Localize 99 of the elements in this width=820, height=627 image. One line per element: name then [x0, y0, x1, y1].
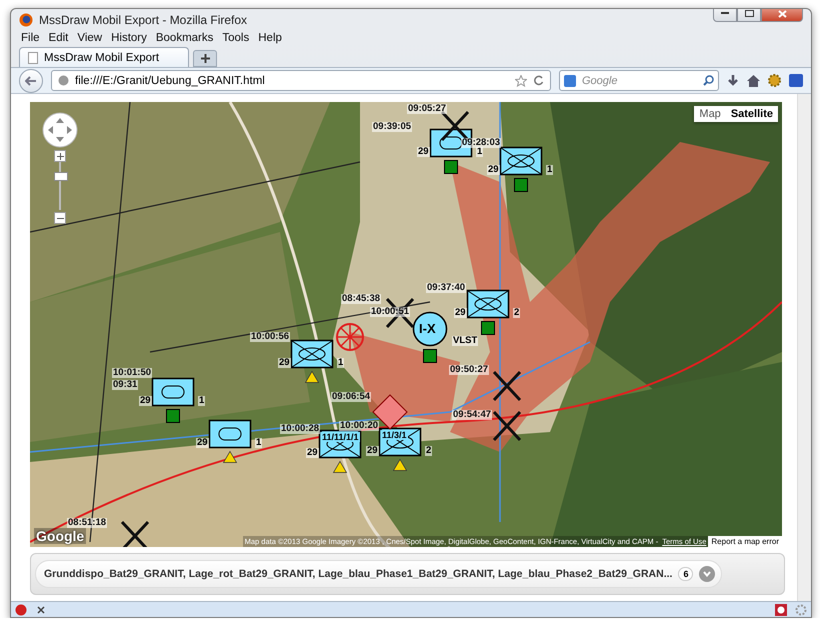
- unit-label: 2: [425, 446, 432, 456]
- menu-item[interactable]: Tools: [222, 32, 250, 44]
- menu-item[interactable]: Edit: [48, 32, 68, 44]
- time-label: 10:01:50: [112, 368, 152, 378]
- time-label: 09:31: [112, 380, 138, 390]
- window-title: MssDraw Mobil Export - Mozilla Firefox: [39, 12, 248, 27]
- pan-control-icon[interactable]: [42, 112, 78, 148]
- zoom-slider-handle[interactable]: [54, 172, 68, 182]
- layer-count: 6: [678, 567, 694, 582]
- time-label: 09:39:05: [372, 122, 412, 132]
- unit-label: 2: [513, 308, 520, 318]
- time-label: 09:54:47: [452, 410, 492, 420]
- report-error-link[interactable]: Report a map error: [708, 536, 782, 548]
- infantry-unit-symbol[interactable]: [467, 290, 509, 318]
- unit-label: VLST: [452, 336, 478, 346]
- destroyed-cross-icon: [492, 370, 522, 402]
- maximize-button[interactable]: [737, 9, 761, 22]
- globe-icon: [58, 75, 69, 86]
- unit-size-label: 29: [366, 446, 379, 456]
- browser-tab[interactable]: MssDraw Mobil Export: [19, 47, 189, 68]
- unit-designation: I-X: [419, 322, 436, 336]
- back-arrow-icon: [25, 76, 37, 86]
- map-type-button[interactable]: Satellite: [726, 106, 778, 122]
- square-marker-icon: [481, 321, 495, 336]
- unit-size-label: 29: [196, 438, 209, 448]
- unit-size-label: 29: [454, 308, 467, 318]
- plus-icon: [56, 152, 64, 160]
- star-icon[interactable]: [515, 74, 527, 87]
- time-label: 09:05:27: [407, 104, 448, 114]
- crossed-circle-icon: [335, 322, 365, 352]
- triangle-marker-icon: [223, 451, 237, 464]
- reload-icon[interactable]: [533, 75, 544, 86]
- time-label: 09:50:27: [449, 365, 490, 376]
- minimize-icon: [721, 12, 729, 15]
- time-label: 09:37:40: [426, 283, 466, 294]
- destroyed-cross-icon: [120, 520, 150, 548]
- gear-icon[interactable]: [768, 74, 781, 88]
- scrollbar[interactable]: [797, 94, 811, 602]
- address-bar[interactable]: file:///E:/Granit/Uebung_GRANIT.html: [51, 70, 551, 92]
- search-field[interactable]: Google: [559, 70, 719, 92]
- time-label: 08:51:18: [67, 518, 108, 528]
- menu-item[interactable]: History: [111, 32, 147, 44]
- headquarters-symbol[interactable]: [412, 312, 448, 346]
- unit-size-label: 29: [417, 147, 430, 158]
- unit-size-label: 29: [306, 448, 319, 458]
- unit-size-label: 29: [278, 358, 291, 368]
- unit-label: 1: [255, 438, 262, 448]
- close-button[interactable]: [761, 9, 803, 22]
- square-marker-icon: [423, 349, 437, 364]
- square-marker-icon: [514, 178, 528, 192]
- back-button[interactable]: [19, 68, 43, 93]
- time-label: 10:00:28: [280, 424, 320, 434]
- armor-unit-symbol[interactable]: [209, 420, 251, 448]
- menu-item[interactable]: View: [77, 32, 102, 44]
- time-label: 09:28:03: [461, 138, 502, 148]
- expand-button[interactable]: [699, 566, 716, 582]
- menu-item[interactable]: Help: [258, 32, 282, 44]
- layer-selector[interactable]: Grunddispo_Bat29_GRANIT, Lage_rot_Bat29_GRANIT, Lage_blau_Phase1_Bat29_GRANIT, Lage_blau_Phase2_Bat29_GRAN... 6: [35, 560, 722, 588]
- unit-designation: 11/11/1/1: [321, 432, 360, 442]
- menu-item[interactable]: Bookmarks: [156, 32, 214, 44]
- download-icon[interactable]: [727, 74, 739, 87]
- search-icon[interactable]: [703, 75, 714, 86]
- armor-unit-symbol[interactable]: [152, 378, 194, 406]
- restore-icon: [744, 10, 754, 17]
- time-label: 08:45:38: [341, 294, 382, 304]
- zoom-in-button[interactable]: [54, 150, 66, 162]
- unit-label: 1: [546, 165, 554, 176]
- menu-item[interactable]: File: [21, 32, 40, 44]
- unit-label: 1: [476, 147, 484, 158]
- plus-icon: [200, 54, 210, 64]
- unit-size-label: 29: [487, 165, 500, 176]
- triangle-marker-icon: [333, 461, 347, 474]
- chevron-down-icon: [703, 571, 712, 578]
- map-logo: Google: [34, 528, 86, 544]
- time-label: 10:00:56: [250, 332, 290, 342]
- unit-size-label: 29: [139, 396, 152, 406]
- unit-label: 1: [198, 396, 206, 406]
- browser-logo-icon: [19, 12, 33, 27]
- close-icon: [778, 10, 786, 18]
- new-tab-button[interactable]: [193, 50, 217, 68]
- zoom-out-button[interactable]: [54, 212, 66, 224]
- time-label: 09:06:54: [331, 392, 372, 402]
- unit-label: 1: [337, 358, 344, 368]
- triangle-marker-icon: [393, 459, 407, 472]
- triangle-marker-icon: [305, 371, 319, 384]
- square-marker-icon: [444, 160, 458, 174]
- map-type-button[interactable]: Map: [694, 106, 726, 122]
- page-icon: [28, 52, 38, 64]
- home-icon[interactable]: [747, 74, 760, 87]
- infantry-unit-symbol[interactable]: [500, 147, 542, 176]
- square-marker-icon: [166, 409, 180, 424]
- infantry-unit-symbol[interactable]: [291, 340, 333, 368]
- record-icon[interactable]: [775, 604, 787, 616]
- unit-designation: 11/3/1: [381, 430, 408, 440]
- time-label: 10:00:51: [370, 307, 410, 318]
- close-icon[interactable]: [37, 606, 45, 614]
- minimize-button[interactable]: [713, 9, 737, 22]
- destroyed-cross-icon: [492, 410, 522, 442]
- time-label: 10:00:20: [339, 421, 380, 432]
